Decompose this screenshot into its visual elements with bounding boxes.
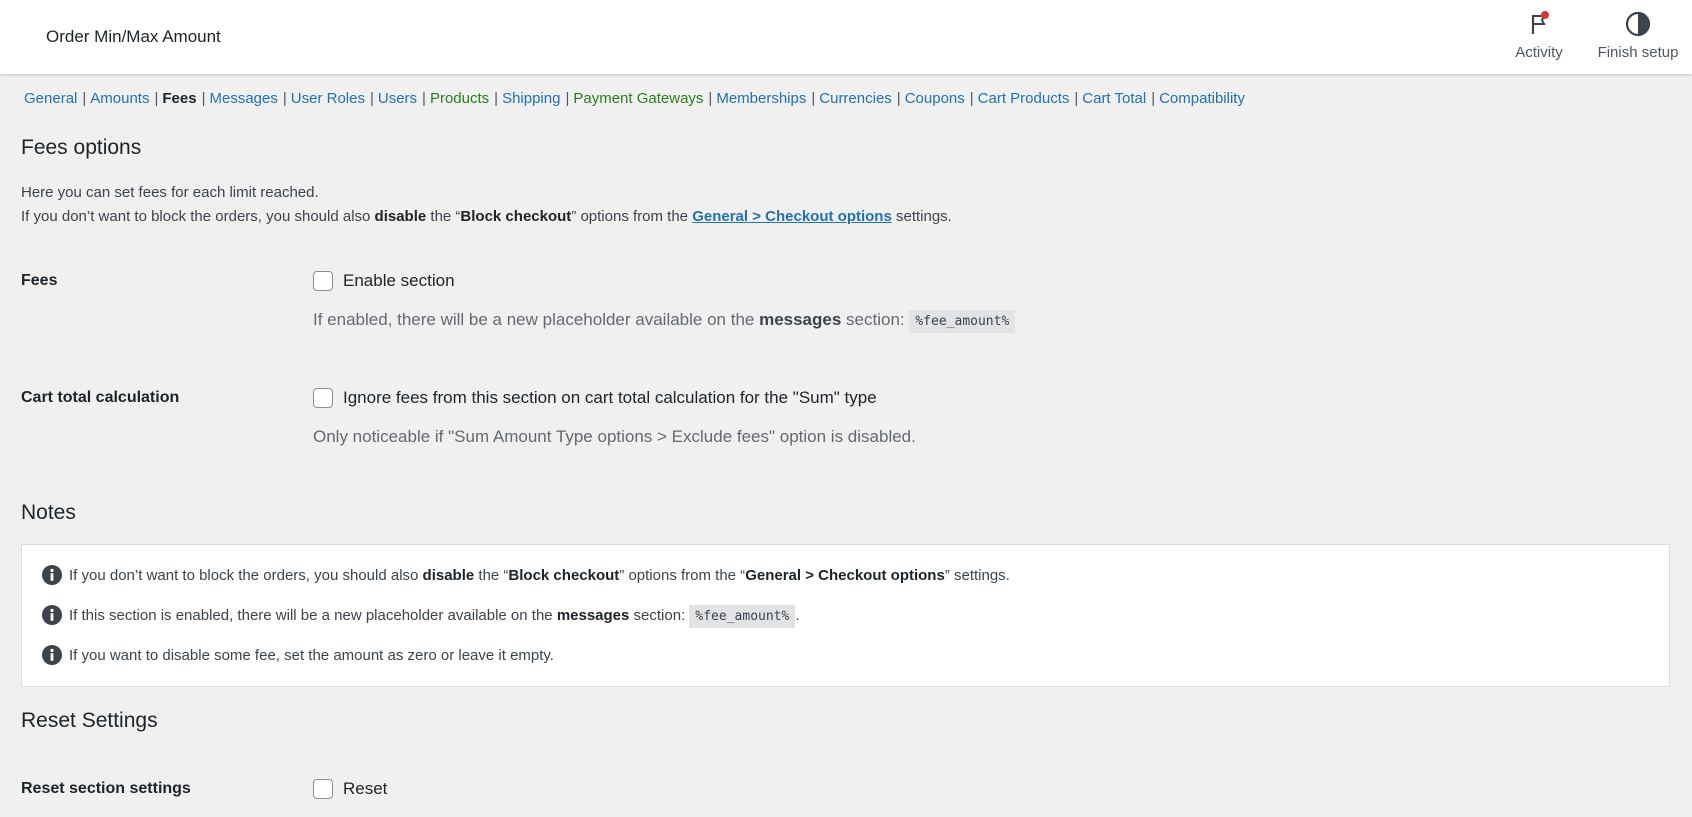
tab-amounts[interactable]: Amounts [90, 90, 149, 107]
reset-settings-heading: Reset Settings [21, 709, 158, 732]
note-item: If this section is enabled, there will b… [42, 604, 800, 628]
tab-shipping[interactable]: Shipping [502, 90, 560, 107]
tab-user-roles[interactable]: User Roles [291, 90, 365, 107]
reset-checkbox[interactable] [313, 779, 333, 799]
general-checkout-options-link[interactable]: General > Checkout options [692, 208, 892, 225]
note-item: If you don’t want to block the orders, y… [42, 565, 1010, 585]
reset-label[interactable]: Reset [343, 779, 387, 799]
tab-users[interactable]: Users [378, 90, 417, 107]
tab-cart-total[interactable]: Cart Total [1082, 90, 1146, 107]
info-icon [42, 565, 62, 585]
tab-coupons[interactable]: Coupons [905, 90, 965, 107]
notes-box: If you don’t want to block the orders, y… [21, 544, 1670, 687]
tab-fees[interactable]: Fees [162, 90, 196, 107]
notes-heading: Notes [21, 501, 76, 524]
page-title: Order Min/Max Amount [46, 27, 221, 46]
fee-amount-placeholder: %fee_amount% [909, 310, 1016, 333]
enable-section-checkbox[interactable] [313, 271, 333, 291]
tab-general[interactable]: General [24, 90, 77, 107]
tab-currencies[interactable]: Currencies [819, 90, 892, 107]
tab-messages[interactable]: Messages [210, 90, 278, 107]
cart-total-help-text: Only noticeable if "Sum Amount Type opti… [313, 427, 916, 446]
ignore-fees-label[interactable]: Ignore fees from this section on cart to… [343, 388, 877, 408]
enable-section-option: Enable section [313, 271, 455, 291]
tab-payment-gateways[interactable]: Payment Gateways [573, 90, 703, 107]
cart-total-calculation-label: Cart total calculation [21, 389, 180, 406]
tab-compatibility[interactable]: Compatibility [1159, 90, 1245, 107]
activity-label: Activity [1515, 44, 1563, 61]
info-icon [42, 645, 62, 665]
activity-button[interactable]: Activity [1510, 10, 1568, 61]
description-line-2: If you don’t want to block the orders, y… [21, 208, 952, 225]
info-icon [42, 605, 62, 625]
top-header: Order Min/Max Amount Activity Finish set… [0, 0, 1692, 74]
tab-cart-products[interactable]: Cart Products [978, 90, 1070, 107]
finish-setup-button[interactable]: Finish setup [1592, 10, 1684, 61]
note-item: If you want to disable some fee, set the… [42, 645, 554, 665]
finish-setup-label: Finish setup [1597, 44, 1679, 61]
notification-dot [1541, 11, 1549, 19]
reset-option: Reset [313, 779, 387, 799]
ignore-fees-checkbox[interactable] [313, 388, 333, 408]
tab-memberships[interactable]: Memberships [716, 90, 806, 107]
tab-products[interactable]: Products [430, 90, 489, 107]
fees-options-description: Here you can set fees for each limit rea… [21, 181, 952, 229]
ignore-fees-option: Ignore fees from this section on cart to… [313, 388, 877, 408]
half-circle-icon [1625, 11, 1651, 37]
section-tabs: General | Amounts | Fees | Messages | User Roles… [24, 90, 1245, 107]
reset-section-settings-label: Reset section settings [21, 780, 191, 797]
description-line-1: Here you can set fees for each limit rea… [21, 184, 319, 201]
enable-section-label[interactable]: Enable section [343, 271, 455, 291]
fee-amount-placeholder: %fee_amount% [689, 604, 796, 628]
fees-options-heading: Fees options [21, 136, 142, 159]
fees-help-text: If enabled, there will be a new placehol… [313, 310, 1016, 333]
flag-icon [1531, 11, 1549, 34]
fees-label: Fees [21, 272, 58, 289]
